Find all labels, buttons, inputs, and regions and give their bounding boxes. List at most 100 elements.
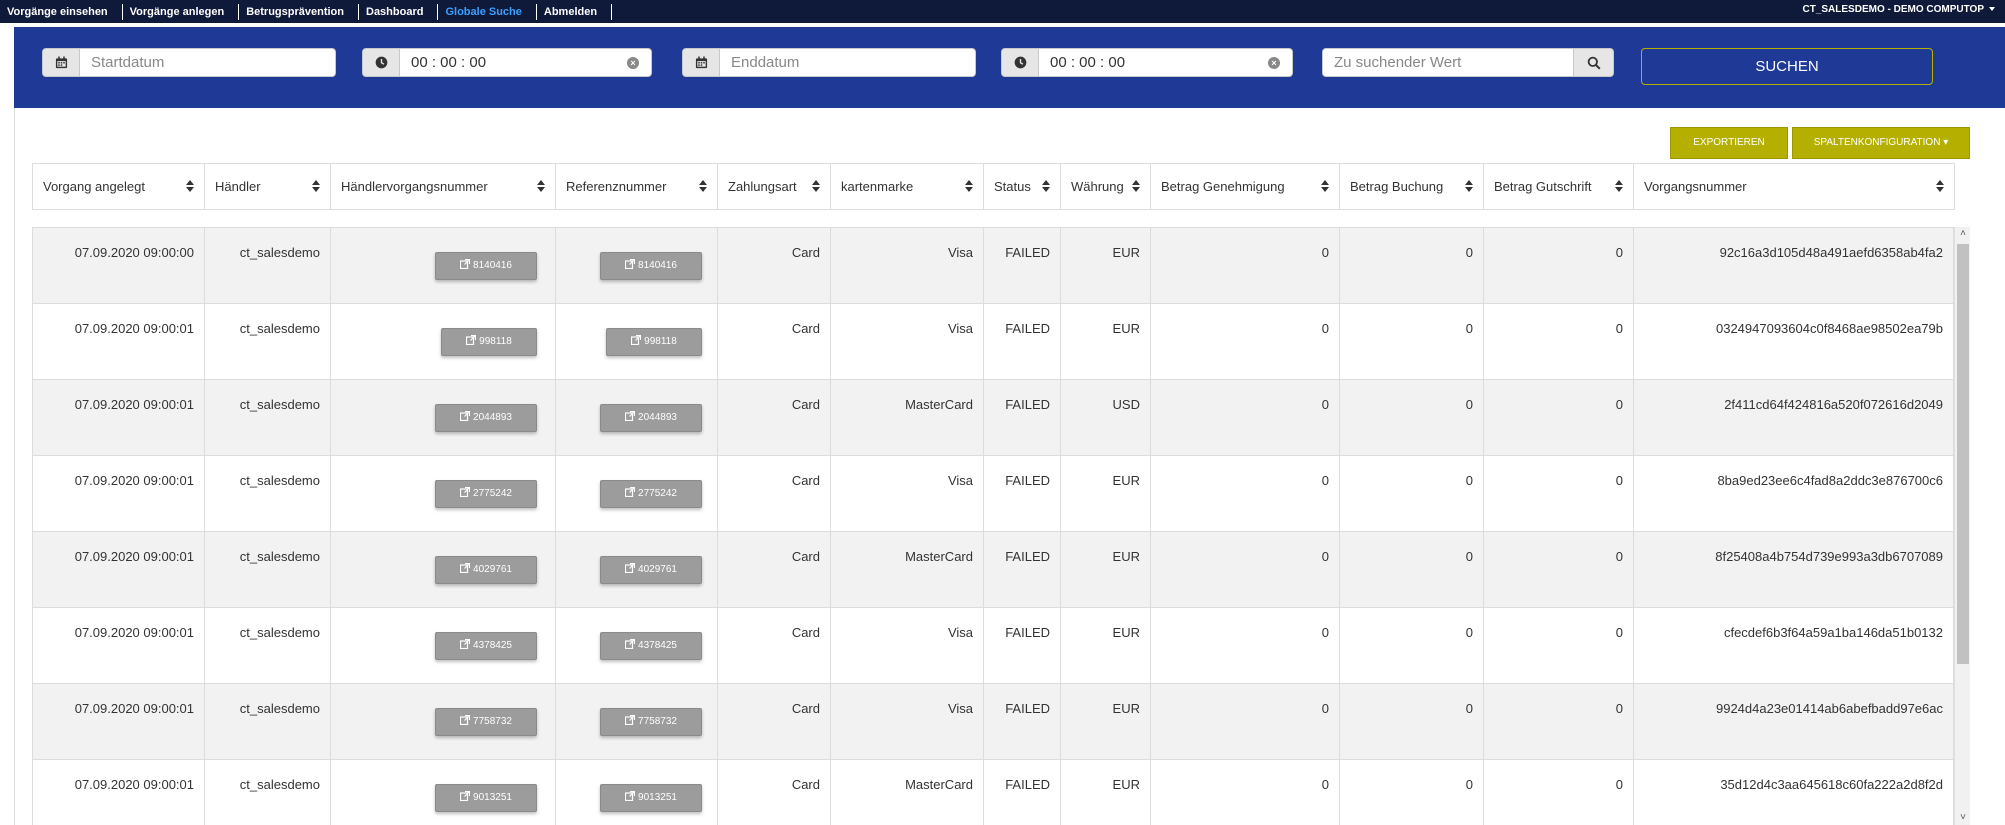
table-row[interactable]: 07.09.2020 09:00:01 ct_salesdemo 4378425… bbox=[33, 608, 1954, 684]
calendar-icon[interactable] bbox=[682, 48, 720, 77]
merchant-ref-button[interactable]: 4029761 bbox=[435, 556, 537, 584]
table-body: 07.09.2020 09:00:00 ct_salesdemo 8140416… bbox=[32, 227, 1954, 825]
sort-icon bbox=[1042, 180, 1050, 192]
cell-currency: EUR bbox=[1061, 760, 1151, 825]
column-config-button[interactable]: SPALTENKONFIGURATION ▾ bbox=[1792, 127, 1970, 159]
merchant-ref-button[interactable]: 2044893 bbox=[435, 404, 537, 432]
end-time-input[interactable]: 00 : 00 : 00 × bbox=[1039, 48, 1293, 77]
merchant-ref-button[interactable]: 4378425 bbox=[435, 632, 537, 660]
table-row[interactable]: 07.09.2020 09:00:01 ct_salesdemo 4029761… bbox=[33, 532, 1954, 608]
ref-button[interactable]: 9013251 bbox=[600, 784, 702, 812]
cell-auth: 0 bbox=[1151, 456, 1340, 531]
clock-icon[interactable] bbox=[362, 48, 400, 77]
external-link-icon bbox=[459, 714, 471, 726]
clear-icon[interactable]: × bbox=[627, 57, 639, 69]
nav-globale-suche[interactable]: Globale Suche bbox=[438, 3, 537, 20]
cell-currency: EUR bbox=[1061, 608, 1151, 683]
start-time-input[interactable]: 00 : 00 : 00 × bbox=[400, 48, 652, 77]
col-label: Referenznummer bbox=[566, 179, 667, 194]
table-row[interactable]: 07.09.2020 09:00:01 ct_salesdemo 2044893… bbox=[33, 380, 1954, 456]
cell-auth: 0 bbox=[1151, 228, 1340, 303]
external-link-icon bbox=[624, 562, 636, 574]
col-betrag-buchung[interactable]: Betrag Buchung bbox=[1340, 164, 1484, 209]
table-row[interactable]: 07.09.2020 09:00:00 ct_salesdemo 8140416… bbox=[33, 228, 1954, 304]
search-icon[interactable] bbox=[1574, 48, 1614, 77]
cell-credit: 0 bbox=[1484, 380, 1634, 455]
cell-payment: Card bbox=[718, 456, 831, 531]
start-time-group: 00 : 00 : 00 × bbox=[362, 48, 652, 77]
ref-button[interactable]: 8140416 bbox=[600, 252, 702, 280]
col-status[interactable]: Status bbox=[984, 164, 1061, 209]
cell-ref: 2775242 bbox=[556, 456, 718, 531]
ref-label: 998118 bbox=[644, 336, 677, 347]
user-menu[interactable]: CT_SALESDEMO - DEMO COMPUTOP bbox=[1803, 4, 1995, 15]
end-date-input[interactable]: Enddatum bbox=[720, 48, 976, 77]
cell-currency: EUR bbox=[1061, 304, 1151, 379]
col-label: Status bbox=[994, 179, 1031, 194]
col-zahlungsart[interactable]: Zahlungsart bbox=[718, 164, 831, 209]
value-search-input[interactable]: Zu suchender Wert bbox=[1322, 48, 1574, 77]
ref-button[interactable]: 2044893 bbox=[600, 404, 702, 432]
merchant-ref-button[interactable]: 9013251 bbox=[435, 784, 537, 812]
external-link-icon bbox=[624, 790, 636, 802]
col-vorgang-angelegt[interactable]: Vorgang angelegt bbox=[33, 164, 205, 209]
table-row[interactable]: 07.09.2020 09:00:01 ct_salesdemo 998118 … bbox=[33, 304, 1954, 380]
cell-currency: EUR bbox=[1061, 228, 1151, 303]
calendar-icon[interactable] bbox=[42, 48, 80, 77]
cell-credit: 0 bbox=[1484, 608, 1634, 683]
cell-auth: 0 bbox=[1151, 608, 1340, 683]
cell-txid: cfecdef6b3f64a59a1ba146da51b0132 bbox=[1634, 608, 1954, 683]
nav-vorgaenge-einsehen[interactable]: Vorgänge einsehen bbox=[0, 3, 123, 20]
cell-merchant-ref: 7758732 bbox=[331, 684, 556, 759]
ref-button[interactable]: 7758732 bbox=[600, 708, 702, 736]
scroll-thumb[interactable] bbox=[1957, 244, 1969, 664]
table-row[interactable]: 07.09.2020 09:00:01 ct_salesdemo 7758732… bbox=[33, 684, 1954, 760]
cell-created: 07.09.2020 09:00:01 bbox=[33, 456, 205, 531]
col-haendler[interactable]: Händler bbox=[205, 164, 331, 209]
cell-ref: 8140416 bbox=[556, 228, 718, 303]
scroll-down-icon[interactable]: ˅ bbox=[1958, 813, 1968, 823]
cell-capture: 0 bbox=[1340, 456, 1484, 531]
ref-button[interactable]: 4378425 bbox=[600, 632, 702, 660]
merchant-ref-button[interactable]: 998118 bbox=[441, 328, 537, 356]
cell-merchant: ct_salesdemo bbox=[205, 684, 331, 759]
nav-vorgaenge-anlegen[interactable]: Vorgänge anlegen bbox=[123, 3, 240, 20]
cell-merchant: ct_salesdemo bbox=[205, 760, 331, 825]
col-kartenmarke[interactable]: kartenmarke bbox=[831, 164, 984, 209]
search-button[interactable]: SUCHEN bbox=[1641, 48, 1933, 85]
cell-created: 07.09.2020 09:00:01 bbox=[33, 304, 205, 379]
ref-button[interactable]: 2775242 bbox=[600, 480, 702, 508]
col-betrag-gutschrift[interactable]: Betrag Gutschrift bbox=[1484, 164, 1634, 209]
cell-status: FAILED bbox=[984, 532, 1061, 607]
col-referenznummer[interactable]: Referenznummer bbox=[556, 164, 718, 209]
ref-button[interactable]: 4029761 bbox=[600, 556, 702, 584]
nav-dashboard[interactable]: Dashboard bbox=[359, 3, 439, 20]
external-link-icon bbox=[624, 410, 636, 422]
nav-abmelden[interactable]: Abmelden bbox=[537, 3, 613, 20]
start-date-input[interactable]: Startdatum bbox=[80, 48, 336, 77]
cell-capture: 0 bbox=[1340, 608, 1484, 683]
external-link-icon bbox=[459, 486, 471, 498]
merchant-ref-button[interactable]: 8140416 bbox=[435, 252, 537, 280]
merchant-ref-button[interactable]: 2775242 bbox=[435, 480, 537, 508]
cell-credit: 0 bbox=[1484, 760, 1634, 825]
merchant-ref-button[interactable]: 7758732 bbox=[435, 708, 537, 736]
clock-icon[interactable] bbox=[1001, 48, 1039, 77]
table-scrollbar[interactable]: ˄ ˅ bbox=[1954, 227, 1970, 825]
col-label: Betrag Buchung bbox=[1350, 179, 1444, 194]
ref-button[interactable]: 998118 bbox=[606, 328, 702, 356]
col-waehrung[interactable]: Währung bbox=[1061, 164, 1151, 209]
cell-merchant-ref: 998118 bbox=[331, 304, 556, 379]
table-row[interactable]: 07.09.2020 09:00:01 ct_salesdemo 2775242… bbox=[33, 456, 1954, 532]
table-row[interactable]: 07.09.2020 09:00:01 ct_salesdemo 9013251… bbox=[33, 760, 1954, 825]
col-label: Zahlungsart bbox=[728, 179, 797, 194]
clear-icon[interactable]: × bbox=[1268, 57, 1280, 69]
export-button[interactable]: EXPORTIEREN bbox=[1670, 127, 1788, 159]
col-vorgangsnummer[interactable]: Vorgangsnummer bbox=[1634, 164, 1954, 209]
col-haendlervorgangsnummer[interactable]: Händlervorgangsnummer bbox=[331, 164, 556, 209]
scroll-up-icon[interactable]: ˄ bbox=[1958, 229, 1968, 239]
cell-status: FAILED bbox=[984, 304, 1061, 379]
nav-betrugspraevention[interactable]: Betrugsprävention bbox=[239, 3, 359, 20]
col-betrag-genehmigung[interactable]: Betrag Genehmigung bbox=[1151, 164, 1340, 209]
sort-icon bbox=[1132, 180, 1140, 192]
